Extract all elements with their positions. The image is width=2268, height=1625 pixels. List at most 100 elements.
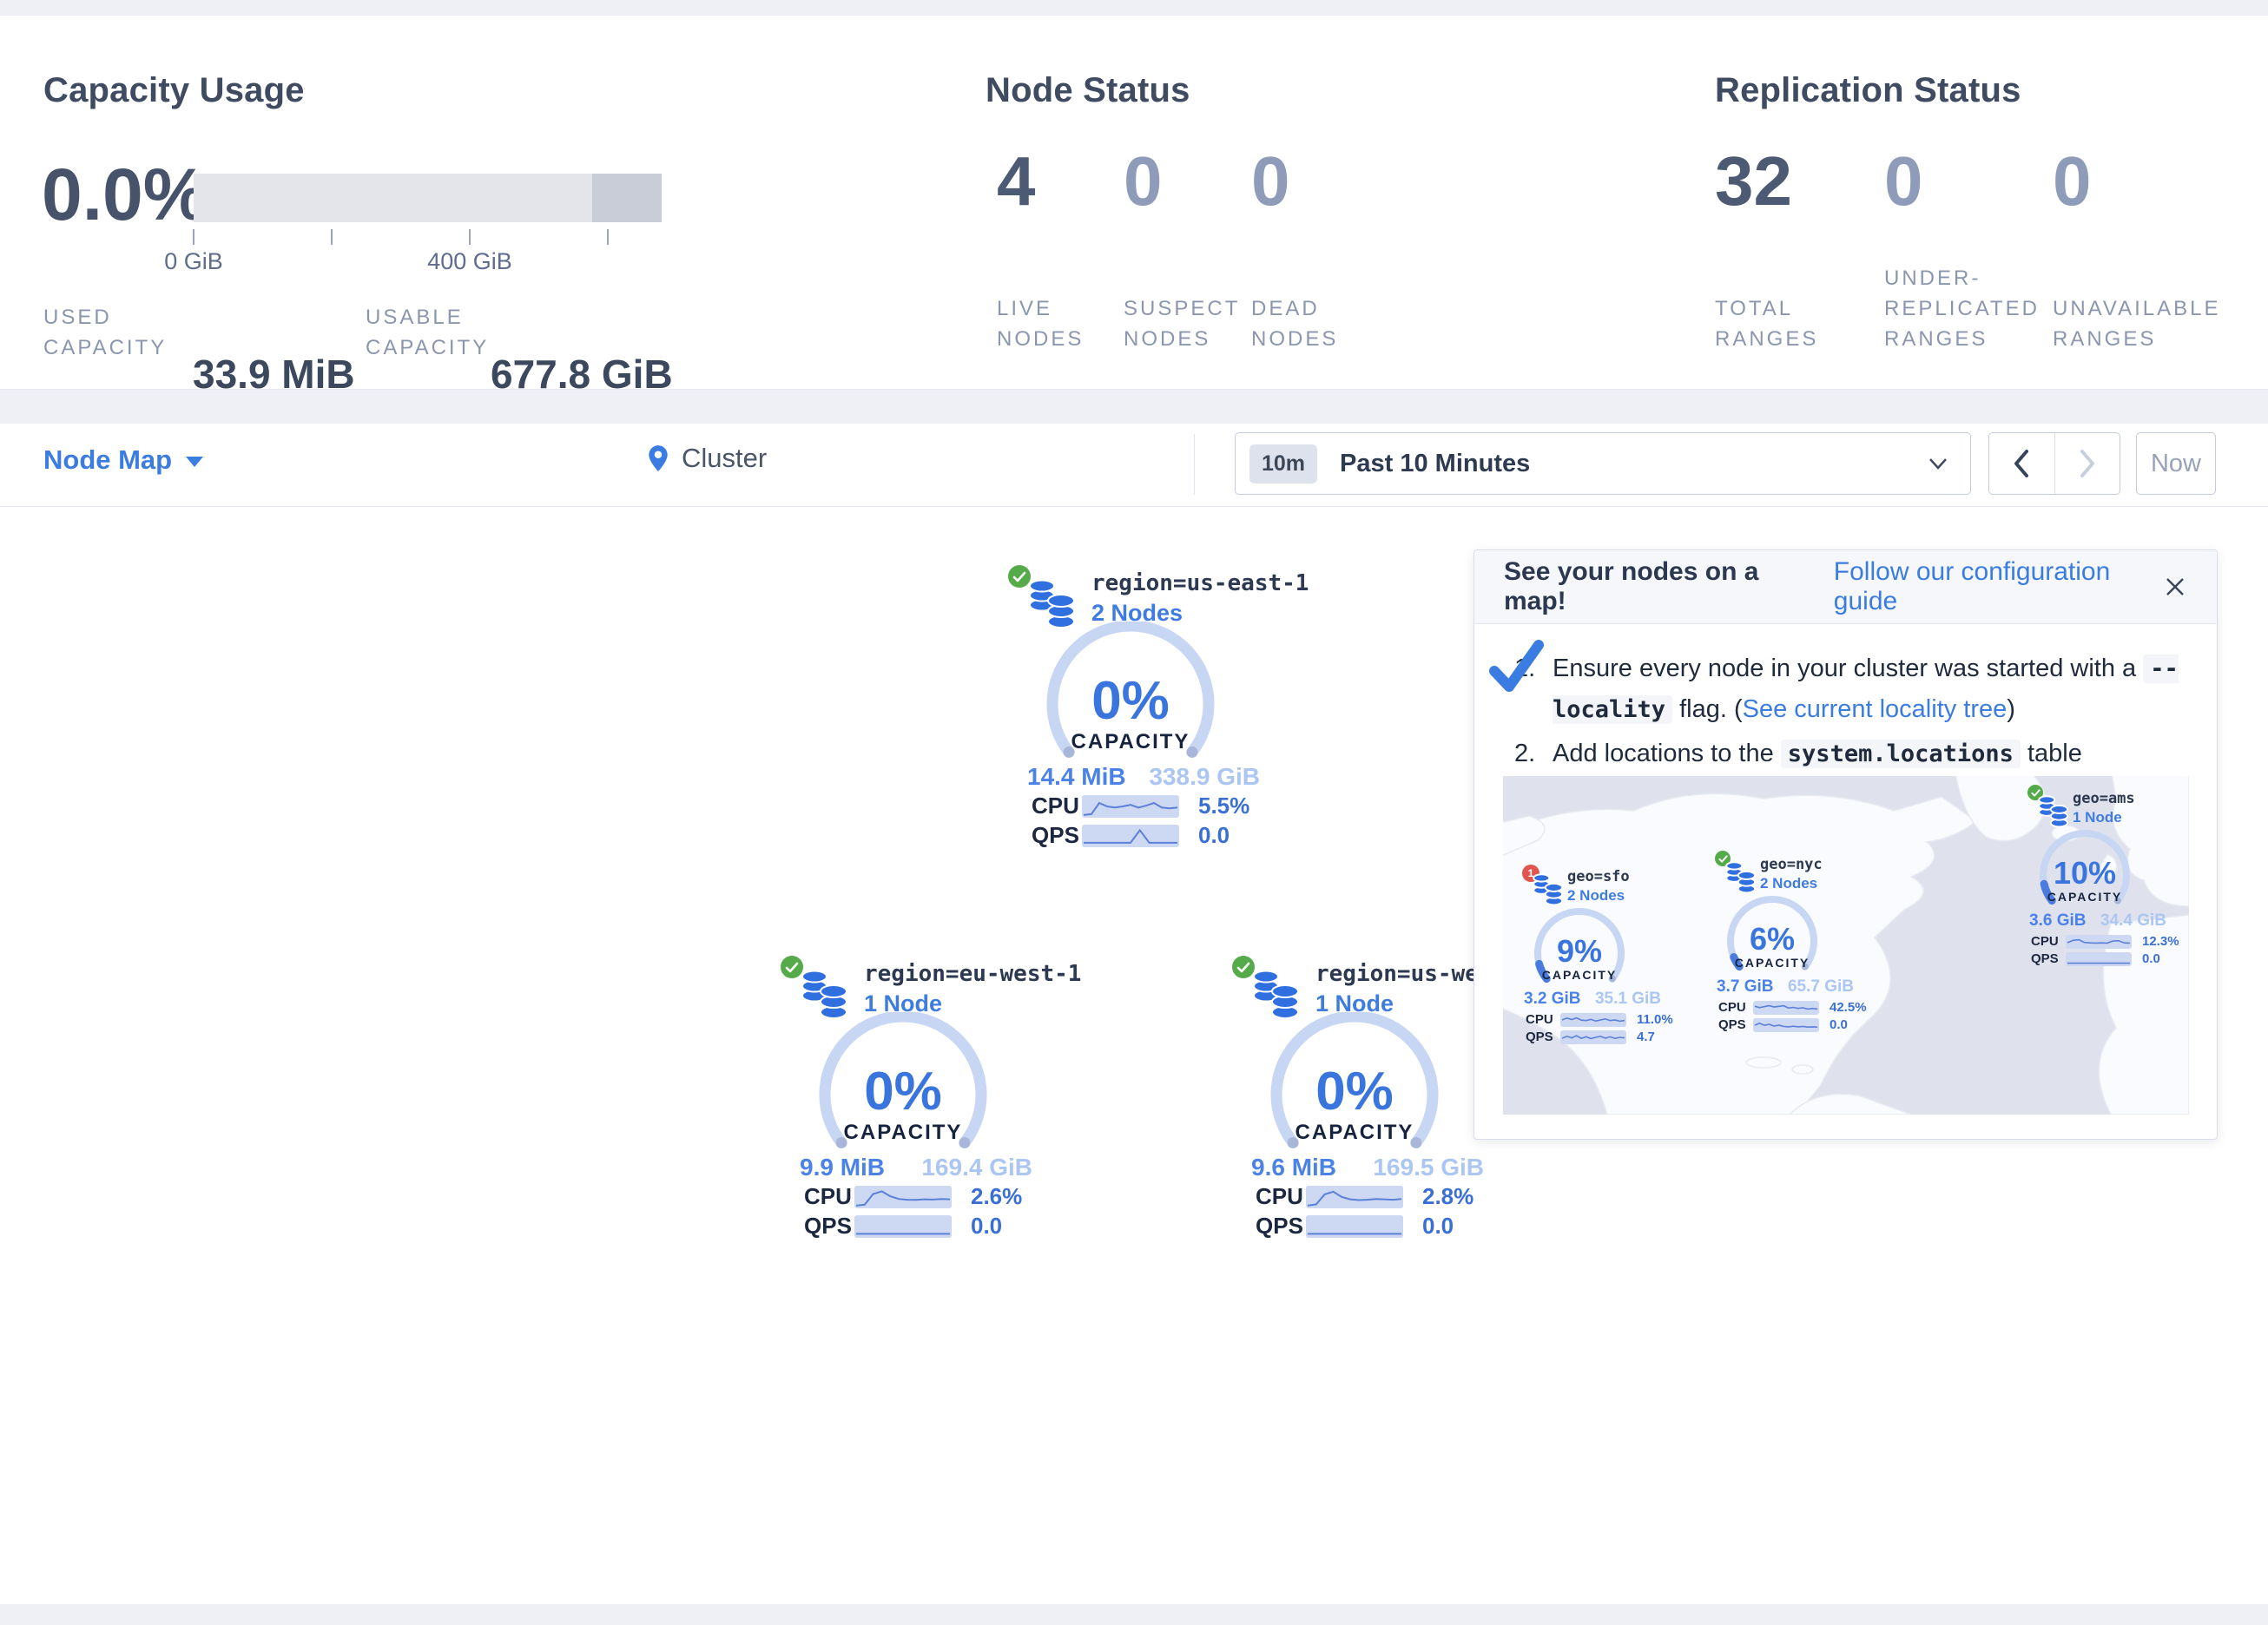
database-stack-icon (1724, 861, 1758, 894)
svg-text:0%: 0% (1315, 1062, 1394, 1122)
qps-value: 0.0 (1830, 1017, 1848, 1032)
locality-node-us-east-1[interactable]: region=us-east-1 2 Nodes 0% CAPACITY 14.… (1003, 556, 1263, 856)
qps-sparkline (1753, 1018, 1819, 1032)
cpu-metric-row: CPU 2.6% (804, 1183, 1022, 1210)
capacity-bar (194, 174, 662, 222)
qps-metric-row: QPS 0.0 (1032, 822, 1230, 849)
used-capacity: 3.7 GiB (1717, 977, 1773, 997)
capacity-gauge: 0% CAPACITY (1259, 1012, 1450, 1164)
usable-capacity-label: USABLE CAPACITY (366, 302, 489, 363)
live-nodes-stat: 4 LIVE NODES (997, 146, 1118, 354)
configuration-guide-link[interactable]: Follow our configuration guide (1834, 557, 2163, 616)
total-capacity: 169.5 GiB (1373, 1154, 1484, 1181)
qps-value: 0.0 (971, 1213, 1002, 1240)
node-count-label: 2 Nodes (1567, 887, 1625, 905)
qps-sparkline (1082, 825, 1179, 847)
cpu-sparkline (1306, 1186, 1403, 1208)
cpu-value: 42.5% (1830, 1000, 1867, 1015)
qps-metric-row: QPS 4.7 (1526, 1030, 1655, 1044)
locality-label: geo=nyc (1760, 856, 1823, 873)
view-mode-dropdown[interactable]: Node Map (43, 444, 203, 476)
cpu-metric-row: CPU 5.5% (1032, 793, 1249, 819)
total-capacity: 35.1 GiB (1595, 990, 1661, 1009)
locality-label: geo=ams (2073, 790, 2135, 807)
qps-sparkline (854, 1215, 952, 1238)
breadcrumb[interactable]: Cluster (647, 443, 767, 474)
svg-text:CAPACITY: CAPACITY (1071, 730, 1190, 753)
axis-tick (331, 229, 333, 245)
svg-text:9%: 9% (1557, 933, 1602, 969)
used-capacity: 9.9 MiB (800, 1154, 885, 1181)
time-range-select[interactable]: 10m Past 10 Minutes (1235, 432, 1971, 495)
qps-metric-row: QPS 0.0 (1718, 1017, 1848, 1032)
chevron-down-icon (1928, 457, 1948, 470)
used-capacity-value: 33.9 MiB (193, 351, 355, 398)
locality-label: region=us-east-1 (1091, 570, 1309, 596)
step-complete-check-icon (1488, 640, 1546, 695)
cpu-value: 12.3% (2142, 934, 2179, 949)
svg-text:0%: 0% (1091, 671, 1170, 731)
qps-value: 0.0 (2142, 951, 2160, 966)
map-node-ams[interactable]: geo=ams 1 Node 10% CAPACITY 3.6 GiB 34.4… (2027, 785, 2189, 971)
svg-text:CAPACITY: CAPACITY (1296, 1121, 1414, 1144)
now-button[interactable]: Now (2136, 432, 2216, 495)
step-1-text: Ensure every node in your cluster was st… (1553, 648, 2182, 730)
view-toolbar: Node Map Cluster 10m Past 10 Minutes Now (0, 424, 2268, 507)
node-map-canvas: region=us-east-1 2 Nodes 0% CAPACITY 14.… (0, 507, 2268, 1615)
locality-label: geo=sfo (1567, 868, 1630, 885)
svg-text:10%: 10% (2054, 855, 2116, 891)
cpu-sparkline (2066, 935, 2132, 949)
breadcrumb-label: Cluster (682, 443, 767, 474)
used-capacity: 14.4 MiB (1027, 763, 1126, 791)
svg-text:0%: 0% (864, 1062, 942, 1122)
time-back-button[interactable] (1989, 433, 2055, 494)
cpu-sparkline (1560, 1013, 1626, 1027)
cpu-value: 2.6% (971, 1183, 1022, 1210)
svg-text:CAPACITY: CAPACITY (2047, 890, 2123, 904)
used-capacity: 3.6 GiB (2029, 911, 2086, 931)
cpu-value: 5.5% (1198, 793, 1249, 819)
cpu-sparkline (1082, 795, 1179, 818)
qps-metric-row: QPS 0.0 (2031, 951, 2160, 966)
node-count-label: 1 Node (2073, 809, 2122, 826)
chevron-right-icon (2079, 449, 2096, 478)
cpu-value: 11.0% (1637, 1012, 1673, 1027)
axis-tick (193, 229, 194, 245)
time-step-arrows (1988, 432, 2120, 495)
map-pin-icon (647, 444, 669, 472)
svg-text:6%: 6% (1750, 921, 1795, 957)
total-capacity: 169.4 GiB (921, 1154, 1032, 1181)
dead-nodes-stat: 0 DEAD NODES (1251, 146, 1373, 354)
time-forward-button[interactable] (2055, 433, 2120, 494)
unavailable-ranges-stat: 0 UNAVAILABLE RANGES (2053, 146, 2218, 354)
popup-header: See your nodes on a map! Follow our conf… (1474, 550, 2217, 624)
qps-metric-row: QPS 0.0 (804, 1213, 1002, 1240)
cpu-metric-row: CPU 12.3% (2031, 934, 2179, 949)
locality-node-us-west-1[interactable]: region=us-west-1 1 Node 0% CAPACITY 9.6 … (1227, 947, 1487, 1247)
close-button[interactable] (2163, 575, 2187, 599)
map-node-sfo[interactable]: 1 geo=sfo 2 Nodes 9% CAPACITY 3.2 GiB 35 (1522, 863, 1687, 1049)
qps-metric-row: QPS 0.0 (1256, 1213, 1454, 1240)
used-capacity: 3.2 GiB (1524, 990, 1580, 1009)
close-icon (2163, 575, 2187, 599)
cpu-metric-row: CPU 2.8% (1256, 1183, 1474, 1210)
cpu-sparkline (854, 1186, 952, 1208)
view-mode-label: Node Map (43, 444, 172, 476)
capacity-usage-title: Capacity Usage (43, 71, 305, 110)
usable-capacity-value: 677.8 GiB (491, 351, 673, 398)
total-capacity: 34.4 GiB (2100, 911, 2166, 931)
capacity-gauge: 0% CAPACITY (808, 1012, 999, 1164)
cpu-metric-row: CPU 11.0% (1526, 1012, 1673, 1027)
axis-tick-label: 400 GiB (400, 248, 539, 275)
system-locations-code: system.locations (1781, 740, 2021, 768)
axis-tick-label: 0 GiB (124, 248, 263, 275)
world-map-preview: 1 geo=sfo 2 Nodes 9% CAPACITY 3.2 GiB 35 (1503, 776, 2189, 1115)
locality-tree-link[interactable]: See current locality tree (1743, 695, 2008, 723)
node-map-setup-popup: See your nodes on a map! Follow our conf… (1474, 549, 2218, 1140)
database-stack-icon (2036, 795, 2071, 828)
capacity-gauge: 10% CAPACITY (2027, 825, 2142, 917)
svg-text:CAPACITY: CAPACITY (1542, 968, 1618, 982)
locality-label: region=eu-west-1 (864, 961, 1081, 987)
map-node-nyc[interactable]: geo=nyc 2 Nodes 6% CAPACITY 3.7 GiB 65.7… (1715, 851, 1880, 1037)
locality-node-eu-west-1[interactable]: region=eu-west-1 1 Node 0% CAPACITY 9.9 … (775, 947, 1036, 1247)
